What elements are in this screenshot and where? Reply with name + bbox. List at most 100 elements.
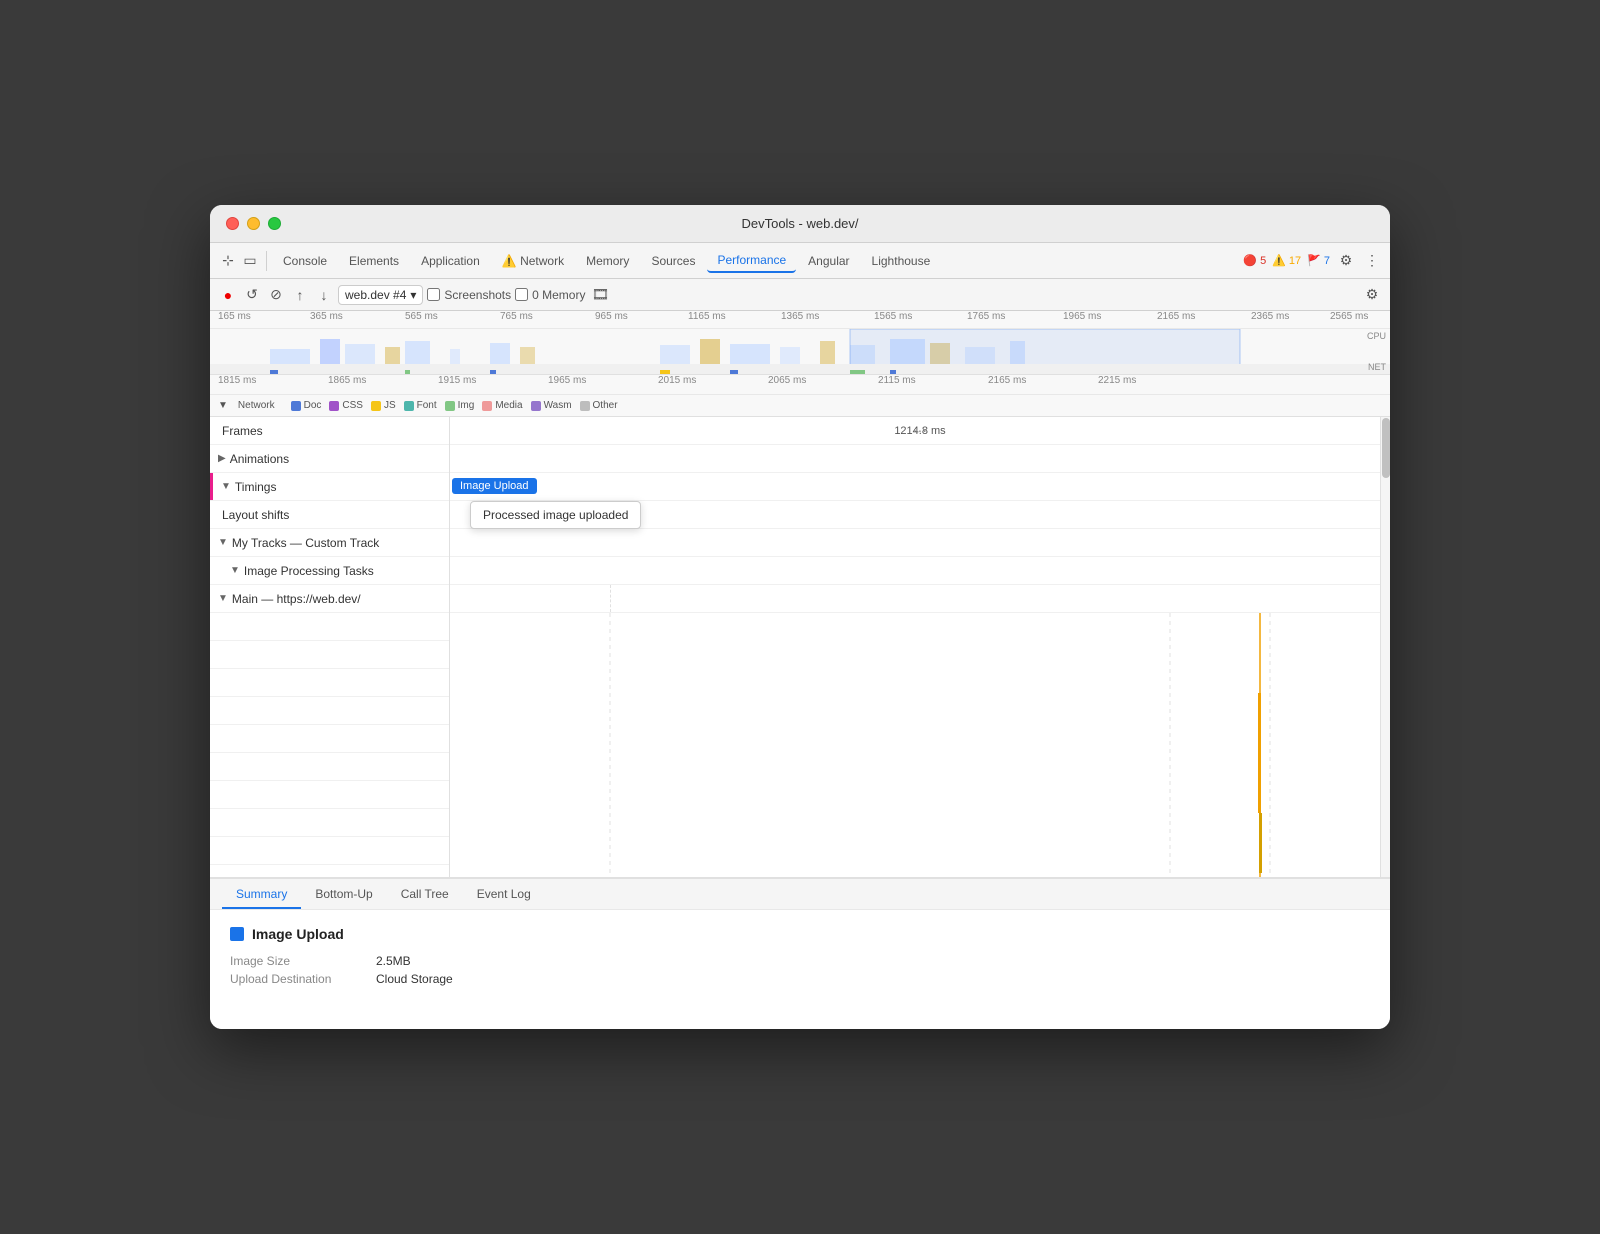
image-upload-chip[interactable]: Image Upload [452, 478, 537, 494]
wasm-color [531, 401, 541, 411]
inspect-icon[interactable]: ⊹ [218, 251, 238, 271]
tab-lighthouse[interactable]: Lighthouse [862, 250, 941, 272]
track-main[interactable]: ▼ Main — https://web.dev/ [210, 585, 449, 613]
record-button[interactable]: ● [218, 285, 238, 305]
track-timings-row: ▼ Timings [210, 473, 449, 501]
tab-console[interactable]: Console [273, 250, 337, 272]
upload-button[interactable]: ↑ [290, 285, 310, 305]
legend-wasm: Wasm [531, 400, 572, 411]
tick-765: 765 ms [500, 311, 533, 322]
legend-css: CSS [329, 400, 363, 411]
timeline-main-row [450, 585, 1390, 613]
detail-panel: Image Upload Image Size 2.5MB Upload Des… [210, 909, 1390, 1029]
timeline-animations-row [450, 445, 1390, 473]
info-badge: 🚩 7 [1307, 254, 1330, 267]
track-animations[interactable]: ▶ Animations [210, 445, 449, 473]
window-title: DevTools - web.dev/ [741, 216, 858, 231]
tab-call-tree[interactable]: Call Tree [387, 881, 463, 909]
screenshots-checkbox[interactable]: Screenshots [427, 288, 511, 302]
more-icon[interactable]: ⋮ [1362, 251, 1382, 271]
timings-arrow: ▼ [221, 481, 231, 492]
animations-arrow: ▶ [218, 453, 226, 464]
dtick-1915: 1915 ms [438, 375, 476, 386]
dtick-2215: 2215 ms [1098, 375, 1136, 386]
memory-toggle[interactable] [515, 288, 528, 301]
tab-event-log[interactable]: Event Log [463, 881, 545, 909]
dtick-1815: 1815 ms [218, 375, 256, 386]
left-panel: Frames ▶ Animations ▼ Timings Layout shi… [210, 417, 450, 877]
legend-other: Other [580, 400, 618, 411]
tab-summary[interactable]: Summary [222, 881, 301, 909]
refresh-button[interactable]: ↺ [242, 285, 262, 305]
warning-badge: ⚠️ 17 [1272, 254, 1301, 267]
profile-selector[interactable]: web.dev #4 ▾ [338, 285, 423, 305]
track-layout-shifts[interactable]: Layout shifts [210, 501, 449, 529]
chevron-down-icon: ▾ [410, 288, 416, 302]
my-tracks-arrow: ▼ [218, 537, 228, 548]
screenshots-toggle[interactable] [427, 288, 440, 301]
scrollbar[interactable] [1380, 417, 1390, 877]
dtick-2165: 2165 ms [988, 375, 1026, 386]
detail-row-destination: Upload Destination Cloud Storage [230, 972, 1370, 986]
tick-1165: 1165 ms [688, 311, 726, 322]
settings-icon[interactable]: ⚙ [1336, 251, 1356, 271]
maximize-button[interactable] [268, 217, 281, 230]
legend-img: Img [445, 400, 475, 411]
scrollbar-thumb[interactable] [1382, 418, 1390, 478]
close-button[interactable] [226, 217, 239, 230]
separator [266, 251, 267, 271]
memory-checkbox[interactable]: 0 Memory [515, 288, 585, 302]
tick-1765: 1765 ms [967, 311, 1005, 322]
track-empty-5 [210, 725, 449, 753]
main-toolbar: ⊹ ▭ Console Elements Application ⚠️ Netw… [210, 243, 1390, 279]
tab-network[interactable]: ⚠️ Network [492, 250, 574, 272]
timeline-my-tracks-row [450, 529, 1390, 557]
minimize-button[interactable] [247, 217, 260, 230]
track-my-tracks[interactable]: ▼ My Tracks — Custom Track [210, 529, 449, 557]
traffic-lights [226, 217, 281, 230]
clear-button[interactable]: ⊘ [266, 285, 286, 305]
detail-row-size: Image Size 2.5MB [230, 954, 1370, 968]
track-empty-1 [210, 613, 449, 641]
overview-graph[interactable]: CPU NET [210, 329, 1390, 375]
timeline-frames-row: ··· 1214.8 ms [450, 417, 1390, 445]
tab-performance[interactable]: Performance [707, 249, 796, 273]
download-button[interactable]: ↓ [314, 285, 334, 305]
tick-2365: 2365 ms [1251, 311, 1289, 322]
tab-angular[interactable]: Angular [798, 250, 859, 272]
devtools-window: DevTools - web.dev/ ⊹ ▭ Console Elements… [210, 205, 1390, 1029]
legend-js: JS [371, 400, 396, 411]
bottom-tabs: Summary Bottom-Up Call Tree Event Log [210, 877, 1390, 909]
tab-memory[interactable]: Memory [576, 250, 639, 272]
right-panel[interactable]: ··· 1214.8 ms Image Upload Processed ima… [450, 417, 1390, 877]
settings-perf-icon[interactable]: ⚙ [1362, 285, 1382, 305]
detail-color-indicator [230, 927, 244, 941]
font-color [404, 401, 414, 411]
timeline-container: 165 ms 365 ms 565 ms 765 ms 965 ms 1165 … [210, 311, 1390, 417]
error-icon: 🔴 [1243, 254, 1257, 267]
expand-network-arrow[interactable]: ▼ [218, 400, 228, 411]
tab-sources[interactable]: Sources [641, 250, 705, 272]
img-color [445, 401, 455, 411]
track-image-processing[interactable]: ▼ Image Processing Tasks [210, 557, 449, 585]
track-empty-10 [210, 865, 449, 877]
titlebar: DevTools - web.dev/ [210, 205, 1390, 243]
track-timings[interactable]: ▼ Timings [213, 473, 449, 500]
tab-elements[interactable]: Elements [339, 250, 409, 272]
tick-2165: 2165 ms [1157, 311, 1195, 322]
legend-media: Media [482, 400, 522, 411]
tick-2565: 2565 ms [1330, 311, 1368, 322]
cpu-label: CPU [1367, 331, 1386, 341]
tick-1365: 1365 ms [781, 311, 819, 322]
tick-565: 565 ms [405, 311, 438, 322]
tab-application[interactable]: Application [411, 250, 490, 272]
network-label: Network [238, 400, 275, 411]
track-empty-8 [210, 809, 449, 837]
track-empty-4 [210, 697, 449, 725]
tooltip-processed: Processed image uploaded [470, 501, 641, 529]
detail-ticks: 1815 ms 1865 ms 1915 ms 1965 ms 2015 ms … [210, 375, 1390, 395]
track-frames[interactable]: Frames [210, 417, 449, 445]
device-icon[interactable]: ▭ [240, 251, 260, 271]
other-color [580, 401, 590, 411]
tab-bottom-up[interactable]: Bottom-Up [301, 881, 386, 909]
